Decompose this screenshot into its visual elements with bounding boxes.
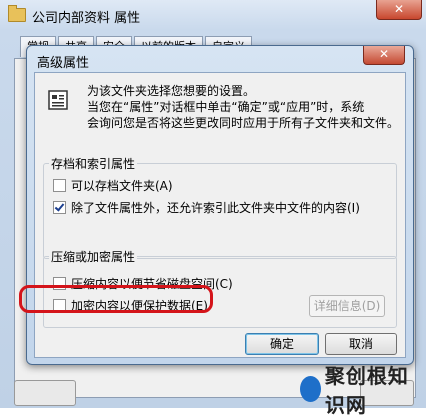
- compress-encrypt-group-label: 压缩或加密属性: [49, 248, 138, 265]
- parent-window-title: 公司内部资料 属性: [32, 11, 141, 26]
- archive-checkbox-label: 可以存档文件夹(A): [71, 179, 173, 193]
- watermark: 聚创根知识网: [300, 364, 426, 417]
- parent-window-titlebar: 公司内部资料 属性 ✕: [0, 0, 426, 30]
- watermark-text: 聚创根知识网: [324, 364, 409, 417]
- description-line-1: 为该文件夹选择您想要的设置。: [87, 84, 256, 98]
- cancel-button[interactable]: 取消: [325, 333, 397, 355]
- index-checkbox[interactable]: [53, 201, 66, 214]
- dialog-client-area: 为该文件夹选择您想要的设置。 当您在“属性”对话框中单击“确定”或“应用”时，系…: [34, 72, 406, 358]
- parent-button-left[interactable]: [14, 380, 76, 406]
- description-line-3: 会询问您是否将这些更改同时应用于所有子文件夹和文件。: [87, 116, 400, 130]
- index-checkbox-row[interactable]: 除了文件属性外，还允许索引此文件夹中文件的内容(I): [53, 199, 360, 216]
- advanced-attributes-dialog: 高级属性 ✕ 为该文件夹选择您想要的设置。 当您在“属性”对话框中单击“确定”或…: [26, 45, 414, 365]
- details-button[interactable]: 详细信息(D): [309, 295, 385, 317]
- archive-index-group-label: 存档和索引属性: [49, 155, 138, 172]
- archive-checkbox-row[interactable]: 可以存档文件夹(A): [53, 177, 173, 194]
- folder-icon: [8, 5, 26, 22]
- dialog-title: 高级属性: [37, 56, 90, 71]
- dialog-description: 为该文件夹选择您想要的设置。 当您在“属性”对话框中单击“确定”或“应用”时，系…: [87, 83, 399, 131]
- watermark-logo-icon: [300, 376, 321, 402]
- description-line-2: 当您在“属性”对话框中单击“确定”或“应用”时，系统: [87, 100, 365, 114]
- index-checkbox-label: 除了文件属性外，还允许索引此文件夹中文件的内容(I): [71, 201, 360, 215]
- ok-button[interactable]: 确定: [245, 333, 319, 355]
- parent-close-button[interactable]: ✕: [376, 0, 422, 20]
- archive-checkbox[interactable]: [53, 179, 66, 192]
- highlight-annotation: [19, 285, 213, 313]
- properties-document-icon: [48, 90, 68, 110]
- dialog-close-button[interactable]: ✕: [363, 46, 405, 65]
